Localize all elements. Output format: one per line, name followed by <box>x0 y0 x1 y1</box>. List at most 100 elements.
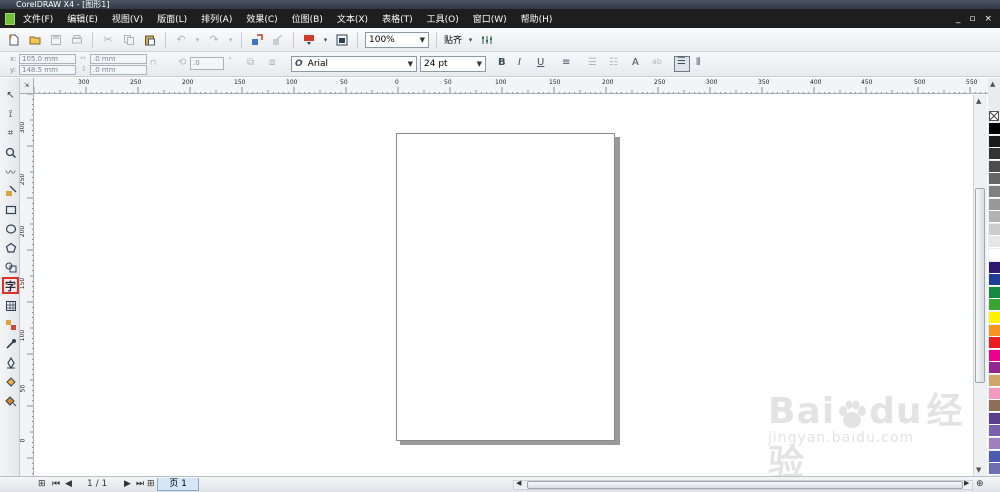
redo-icon[interactable]: ↷ <box>206 32 222 48</box>
bullet-list-icon[interactable]: ☰ <box>588 57 597 68</box>
menu-view[interactable]: 视图(V) <box>112 12 143 25</box>
color-swatch[interactable] <box>989 362 1000 375</box>
menu-edit[interactable]: 编辑(E) <box>67 12 98 25</box>
menu-tools[interactable]: 工具(O) <box>427 12 459 25</box>
color-swatch[interactable] <box>989 236 1000 249</box>
scroll-up-icon[interactable]: ▲ <box>976 97 981 105</box>
palette-scroll-up-icon[interactable]: ▲ <box>990 80 995 88</box>
horizontal-alignment-icon[interactable]: ≡ <box>562 57 570 68</box>
scroll-down-icon[interactable]: ▼ <box>976 466 981 474</box>
menu-window[interactable]: 窗口(W) <box>473 12 507 25</box>
undo-icon[interactable]: ↶ <box>173 32 189 48</box>
rotation-angle-field[interactable]: .0 <box>190 57 224 70</box>
width-field[interactable]: .0 mm <box>90 54 147 64</box>
color-swatch[interactable] <box>989 349 1000 362</box>
fill-tool-icon[interactable] <box>3 374 18 389</box>
menu-table[interactable]: 表格(T) <box>382 12 413 25</box>
color-swatch[interactable] <box>989 312 1000 324</box>
last-page-icon[interactable]: ⏭ <box>136 479 144 489</box>
print-icon[interactable] <box>69 32 85 48</box>
color-swatch[interactable] <box>989 223 1000 236</box>
color-swatch[interactable] <box>989 249 1000 261</box>
color-swatch[interactable] <box>989 400 1000 413</box>
menu-text[interactable]: 文本(X) <box>337 12 368 25</box>
application-launcher-icon[interactable] <box>301 32 317 48</box>
character-formatting-icon[interactable]: A <box>632 57 639 68</box>
bold-icon[interactable]: B <box>498 57 506 68</box>
menu-effects[interactable]: 效果(C) <box>246 12 277 25</box>
color-swatch[interactable] <box>989 412 1000 425</box>
color-swatch[interactable] <box>989 463 1000 476</box>
previous-page-icon[interactable]: ◀ <box>65 479 72 489</box>
freehand-tool-icon[interactable]: 〰 <box>3 164 18 179</box>
snap-to-button[interactable]: 贴齐 <box>444 33 462 46</box>
welcome-screen-icon[interactable] <box>334 32 350 48</box>
save-icon[interactable] <box>48 32 64 48</box>
y-position-field[interactable]: 148.5 mm <box>19 65 76 75</box>
color-swatch[interactable] <box>989 186 1000 198</box>
x-position-field[interactable]: 105.0 mm <box>19 54 76 64</box>
add-page-icon[interactable]: ⊞ <box>38 479 46 489</box>
navigator-zoom-icon[interactable]: ⊕ <box>976 479 984 489</box>
table-tool-icon[interactable] <box>3 298 18 313</box>
scroll-right-icon[interactable]: ▶ <box>964 479 969 487</box>
lock-ratio-icon[interactable]: ⊓ <box>150 58 156 67</box>
add-page-after-icon[interactable]: ⊞ <box>147 479 155 489</box>
text-tool-icon[interactable]: 字 <box>2 277 19 294</box>
interactive-blend-tool-icon[interactable] <box>3 317 18 332</box>
edit-text-icon[interactable]: ab <box>652 57 662 66</box>
font-list-select[interactable]: O Arial ▼ <box>291 56 417 72</box>
horizontal-ruler[interactable]: 300 250 200 150 100 50 0 50 100 150 200 … <box>34 78 988 94</box>
polygon-tool-icon[interactable] <box>3 240 18 255</box>
color-swatch[interactable] <box>989 173 1000 186</box>
color-swatch[interactable] <box>989 387 1000 400</box>
zoom-tool-icon[interactable] <box>3 145 18 160</box>
launcher-dropdown-icon[interactable]: ▾ <box>322 32 329 48</box>
color-swatch[interactable] <box>989 198 1000 211</box>
ruler-origin[interactable]: ⇲ <box>20 78 34 94</box>
basic-shapes-tool-icon[interactable] <box>3 259 18 274</box>
cut-icon[interactable]: ✂ <box>100 32 116 48</box>
menu-file[interactable]: 文件(F) <box>23 12 53 25</box>
outline-tool-icon[interactable] <box>3 355 18 370</box>
color-swatch[interactable] <box>989 375 1000 387</box>
color-swatch[interactable] <box>989 450 1000 463</box>
color-swatch[interactable] <box>989 135 1000 148</box>
page-tab[interactable]: 页 1 <box>157 478 199 491</box>
restore-icon[interactable]: ▫ <box>969 14 975 24</box>
vertical-scroll-thumb[interactable] <box>975 188 985 383</box>
zoom-level-select[interactable]: 100% ▼ <box>365 31 429 48</box>
color-swatch[interactable] <box>989 261 1000 274</box>
interactive-fill-tool-icon[interactable] <box>3 393 18 408</box>
coreldraw-app-icon[interactable] <box>5 12 15 25</box>
new-document-icon[interactable] <box>6 32 22 48</box>
copy-icon[interactable] <box>121 32 137 48</box>
next-page-icon[interactable]: ▶ <box>124 479 131 489</box>
italic-icon[interactable]: I <box>518 57 521 68</box>
color-swatch[interactable] <box>989 286 1000 299</box>
vertical-ruler[interactable]: 300 250 200 150 100 50 0 <box>20 94 34 476</box>
no-color-swatch[interactable] <box>989 111 999 121</box>
color-swatch[interactable] <box>989 324 1000 337</box>
smart-fill-tool-icon[interactable] <box>3 183 18 198</box>
menu-arrange[interactable]: 排列(A) <box>201 12 232 25</box>
first-page-icon[interactable]: ⏮ <box>52 479 60 489</box>
vertical-text-icon[interactable]: ⦀ <box>696 57 700 68</box>
redo-dropdown-icon[interactable]: ▾ <box>227 32 234 48</box>
open-folder-icon[interactable] <box>27 32 43 48</box>
minimize-icon[interactable]: _ <box>956 14 961 24</box>
pick-tool-icon[interactable]: ↖ <box>3 88 18 103</box>
shape-tool-icon[interactable]: ⟟ <box>3 107 18 122</box>
drop-cap-icon[interactable]: ☷ <box>609 57 618 68</box>
options-icon[interactable] <box>479 32 495 48</box>
paste-icon[interactable] <box>142 32 158 48</box>
document-page[interactable] <box>396 133 615 441</box>
scroll-left-icon[interactable]: ◀ <box>516 479 521 487</box>
underline-icon[interactable]: U <box>537 57 544 68</box>
eyedropper-tool-icon[interactable] <box>3 336 18 351</box>
crop-tool-icon[interactable]: ⌗ <box>3 126 18 141</box>
import-icon[interactable] <box>249 32 265 48</box>
color-swatch[interactable] <box>989 425 1000 438</box>
height-field[interactable]: .0 mm <box>90 65 147 75</box>
close-icon[interactable]: × <box>984 14 992 24</box>
